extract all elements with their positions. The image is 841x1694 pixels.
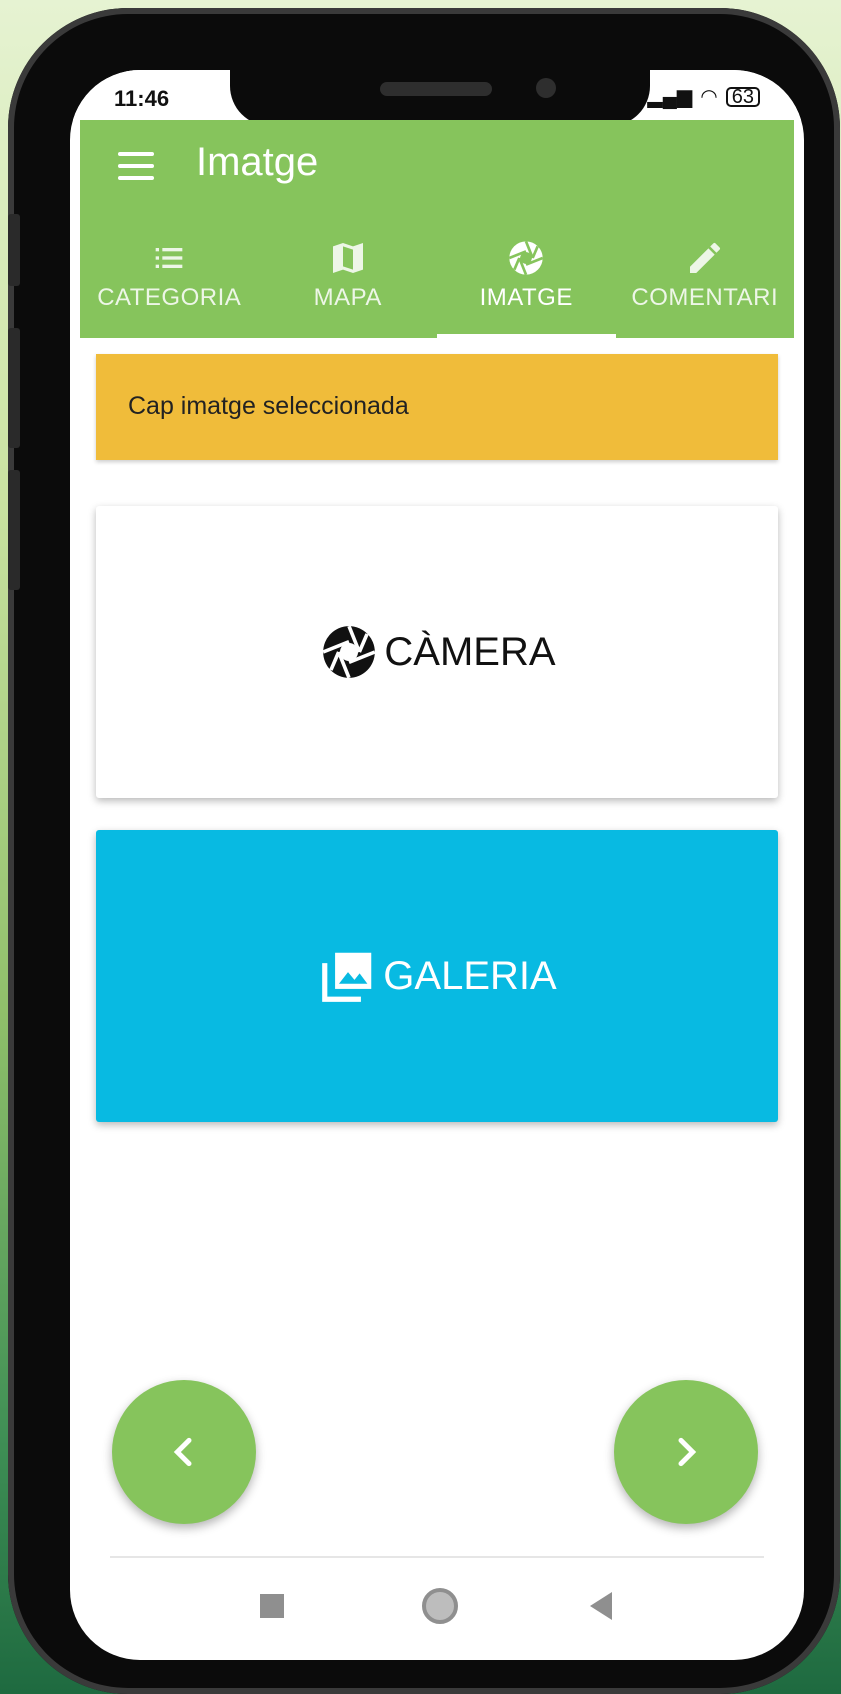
page-title: Imatge xyxy=(196,140,319,184)
tab-comentari[interactable]: COMENTARI xyxy=(616,212,795,338)
gallery-button[interactable]: GALERIA xyxy=(96,830,778,1122)
phone-frame: 11:46 ▂▄▆ ◠ 63 Imatge CATEGORIA MAPA IMA… xyxy=(8,8,840,1694)
camera-aperture-icon xyxy=(322,625,376,679)
system-nav-bar xyxy=(70,1558,804,1660)
camera-button-label: CÀMERA xyxy=(384,629,556,674)
tab-label: IMATGE xyxy=(479,284,573,311)
speaker xyxy=(380,82,492,96)
front-camera xyxy=(536,78,556,98)
map-icon xyxy=(332,243,363,273)
status-icons: ▂▄▆ ◠ 63 xyxy=(647,84,760,109)
signal-icon: ▂▄▆ xyxy=(647,86,693,108)
previous-button[interactable] xyxy=(112,1380,256,1524)
gallery-button-label: GALERIA xyxy=(383,953,557,998)
tab-categoria[interactable]: CATEGORIA xyxy=(80,212,259,338)
alert-text: Cap imatge seleccionada xyxy=(128,392,409,420)
photo-library-icon xyxy=(322,952,372,1002)
chevron-right-icon xyxy=(678,1437,697,1467)
back-icon[interactable] xyxy=(590,1592,612,1620)
pencil-icon xyxy=(689,242,720,273)
volume-button xyxy=(8,328,20,448)
tab-label: MAPA xyxy=(313,284,382,311)
battery-icon: 63 xyxy=(725,86,760,107)
wifi-icon: ◠ xyxy=(700,86,718,108)
volume-button xyxy=(8,214,20,286)
recents-icon[interactable] xyxy=(260,1594,284,1618)
camera-aperture-icon xyxy=(509,240,544,276)
status-time: 11:46 xyxy=(114,86,170,111)
screen: 11:46 ▂▄▆ ◠ 63 Imatge CATEGORIA MAPA IMA… xyxy=(70,70,804,1660)
home-icon[interactable] xyxy=(422,1588,458,1624)
tab-imatge[interactable]: IMATGE xyxy=(437,212,616,338)
tab-label: COMENTARI xyxy=(631,284,779,311)
tab-bar: CATEGORIA MAPA IMATGE COMENTARI xyxy=(80,212,794,338)
power-button xyxy=(8,470,20,590)
tab-mapa[interactable]: MAPA xyxy=(259,212,438,338)
notch xyxy=(230,70,650,126)
menu-icon[interactable] xyxy=(118,152,154,180)
list-icon xyxy=(155,248,183,268)
tab-label: CATEGORIA xyxy=(97,284,242,311)
next-button[interactable] xyxy=(614,1380,758,1524)
app-bar: Imatge xyxy=(80,120,794,212)
no-image-alert: Cap imatge seleccionada xyxy=(96,354,778,460)
camera-button[interactable]: CÀMERA xyxy=(96,506,778,798)
chevron-left-icon xyxy=(173,1437,192,1467)
